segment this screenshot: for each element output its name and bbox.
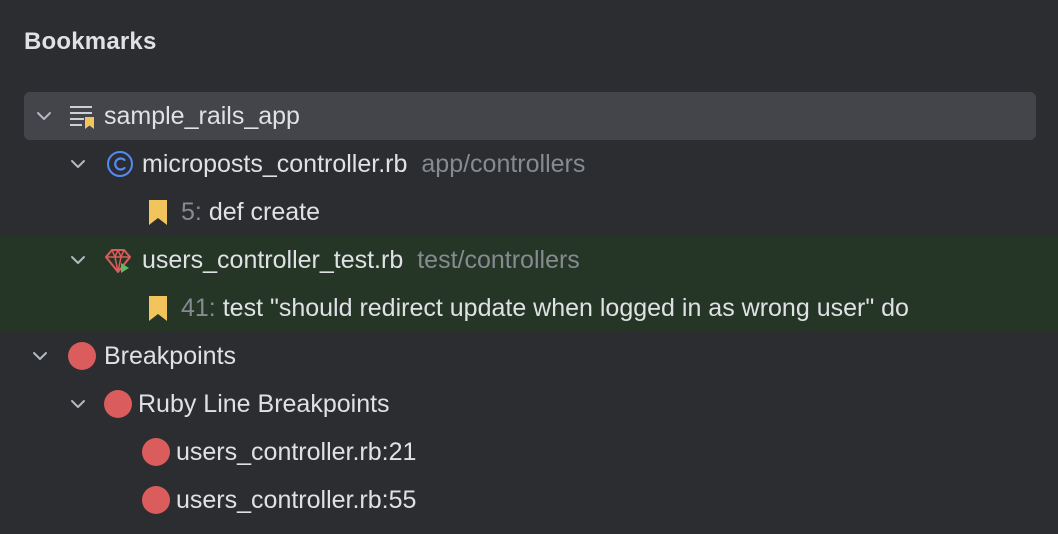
bookmark-entry[interactable]: 5: def create: [0, 188, 1058, 236]
chevron-down-icon[interactable]: [34, 106, 54, 126]
bookmark-text: test "should redirect update when logged…: [222, 294, 909, 322]
bookmark-icon: [149, 200, 167, 225]
breakpoint-icon: [142, 486, 170, 514]
breakpoint-icon: [68, 342, 96, 370]
ruby-test-icon: [105, 249, 131, 273]
ruby-class-icon: [107, 151, 133, 177]
breakpoints-label: Breakpoints: [104, 342, 237, 370]
breakpoint-icon: [142, 438, 170, 466]
file-path: test/controllers: [417, 246, 580, 274]
bookmark-text: def create: [208, 198, 320, 226]
ruby-line-breakpoints-label: Ruby Line Breakpoints: [138, 390, 390, 418]
breakpoint-entry[interactable]: users_controller.rb:55: [0, 476, 1058, 524]
bookmark-label: 5: def create: [181, 198, 320, 226]
breakpoint-label: users_controller.rb:21: [176, 438, 417, 466]
breakpoint-icon: [104, 390, 132, 418]
file-label: users_controller_test.rb test/controllers: [142, 246, 580, 274]
tree-node-project[interactable]: sample_rails_app: [24, 92, 1036, 140]
tree-node-file-microposts[interactable]: microposts_controller.rb app/controllers: [0, 140, 1058, 188]
chevron-down-icon[interactable]: [68, 394, 88, 414]
bookmarks-tree: sample_rails_app microposts_controller.r…: [0, 92, 1058, 524]
file-path: app/controllers: [421, 150, 586, 178]
bookmark-line-number: 41:: [181, 294, 216, 322]
breakpoint-entry[interactable]: users_controller.rb:21: [0, 428, 1058, 476]
tree-node-file-users-test[interactable]: users_controller_test.rb test/controllers: [0, 236, 1058, 284]
bookmark-line-number: 5:: [181, 198, 202, 226]
file-name: users_controller_test.rb: [142, 246, 404, 274]
bookmark-label: 41: test "should redirect update when lo…: [181, 294, 909, 322]
chevron-down-icon[interactable]: [68, 154, 88, 174]
bookmark-icon: [149, 296, 167, 321]
project-label: sample_rails_app: [104, 102, 300, 130]
tree-node-ruby-line-breakpoints[interactable]: Ruby Line Breakpoints: [0, 380, 1058, 428]
file-name: microposts_controller.rb: [142, 150, 408, 178]
bookmarks-panel: Bookmarks sample_rails_app microposts_co…: [0, 0, 1058, 534]
chevron-down-icon[interactable]: [30, 346, 50, 366]
tree-node-breakpoints[interactable]: Breakpoints: [0, 332, 1058, 380]
bookmark-list-icon: [70, 106, 94, 129]
file-label: microposts_controller.rb app/controllers: [142, 150, 585, 178]
panel-title: Bookmarks: [24, 28, 157, 55]
breakpoint-label: users_controller.rb:55: [176, 486, 417, 514]
chevron-down-icon[interactable]: [68, 250, 88, 270]
bookmark-entry[interactable]: 41: test "should redirect update when lo…: [0, 284, 1058, 332]
